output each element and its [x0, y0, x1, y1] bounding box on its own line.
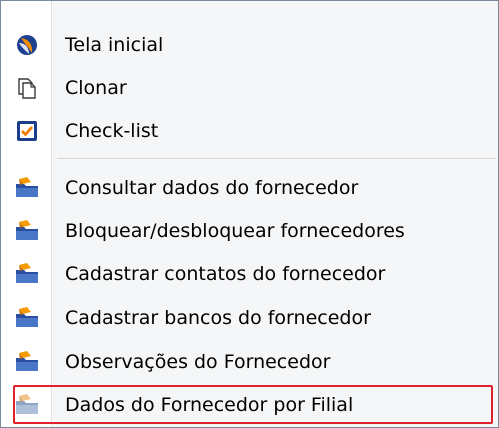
menu-item-check-list[interactable]: Check-list [1, 109, 498, 153]
folder-action-icon [16, 263, 38, 283]
menu-separator [57, 158, 496, 159]
menu-item-cadastrar-contatos[interactable]: Cadastrar contatos do fornecedor [1, 252, 498, 296]
menu-item-cadastrar-bancos[interactable]: Cadastrar bancos do fornecedor [1, 296, 498, 340]
folder-action-icon [16, 220, 38, 240]
home-swirl-icon [17, 35, 37, 55]
menu-item-dados-por-filial[interactable]: Dados do Fornecedor por Filial [1, 383, 498, 427]
menu-item-label: Cadastrar contatos do fornecedor [65, 263, 386, 285]
menu-item-label: Check-list [65, 120, 159, 142]
folder-action-icon [16, 351, 38, 371]
menu-item-label: Dados do Fornecedor por Filial [65, 394, 354, 416]
copy-document-icon [18, 78, 36, 99]
menu-item-observacoes[interactable]: Observações do Fornecedor [1, 340, 498, 384]
folder-action-icon [16, 307, 38, 327]
menu-item-label: Consultar dados do fornecedor [65, 177, 359, 199]
folder-action-icon [16, 177, 38, 197]
context-menu: Tela inicial Clonar Check-list Consultar… [0, 0, 499, 428]
menu-item-tela-inicial[interactable]: Tela inicial [1, 23, 498, 67]
folder-action-disabled-icon [16, 394, 38, 414]
menu-item-bloquear-desbloquear[interactable]: Bloquear/desbloquear fornecedores [1, 209, 498, 253]
menu-item-label: Cadastrar bancos do fornecedor [65, 307, 371, 329]
menu-item-consultar-dados[interactable]: Consultar dados do fornecedor [1, 166, 498, 210]
menu-item-clonar[interactable]: Clonar [1, 66, 498, 110]
menu-item-label: Tela inicial [65, 34, 164, 56]
menu-item-label: Clonar [65, 77, 127, 99]
checkbox-icon [17, 121, 37, 141]
menu-item-label: Bloquear/desbloquear fornecedores [65, 220, 405, 242]
menu-item-label: Observações do Fornecedor [65, 351, 331, 373]
